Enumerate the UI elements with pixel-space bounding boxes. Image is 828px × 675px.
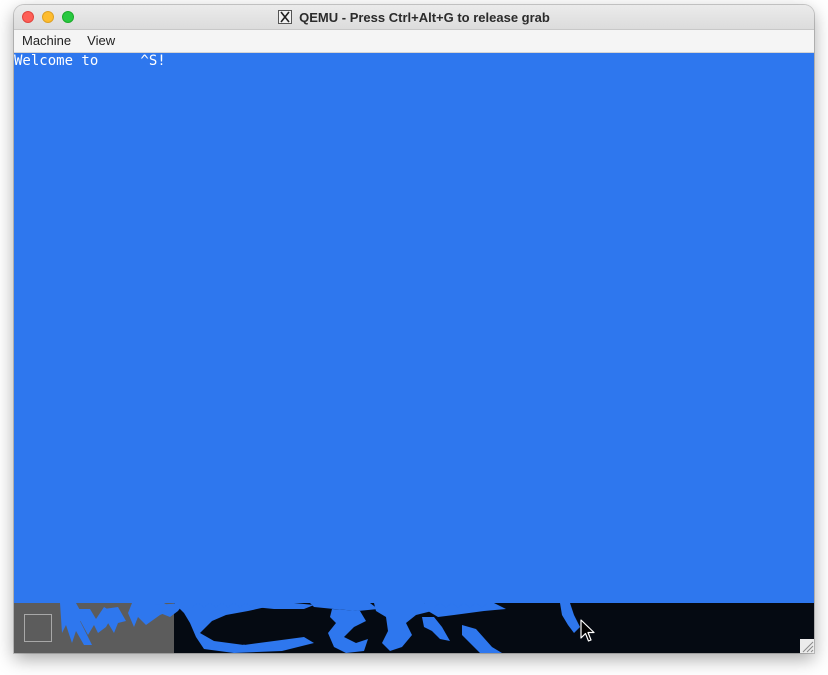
rendering-artifacts [60,603,580,653]
qemu-window: QEMU - Press Ctrl+Alt+G to release grab … [14,5,814,653]
console-text: Welcome to ^S! [14,53,166,69]
title-container: QEMU - Press Ctrl+Alt+G to release grab [14,5,814,29]
mouse-pointer-icon [580,619,595,642]
resize-grip-icon[interactable] [800,639,814,653]
title-bar[interactable]: QEMU - Press Ctrl+Alt+G to release grab [14,5,814,30]
guest-display-bottom-area[interactable] [14,603,814,653]
menu-bar: Machine View [14,30,814,53]
x11-icon [278,10,293,24]
window-title: QEMU - Press Ctrl+Alt+G to release grab [299,9,550,25]
menu-view[interactable]: View [79,30,123,52]
guest-display[interactable]: Welcome to ^S! [14,53,814,603]
menu-machine[interactable]: Machine [14,30,79,52]
